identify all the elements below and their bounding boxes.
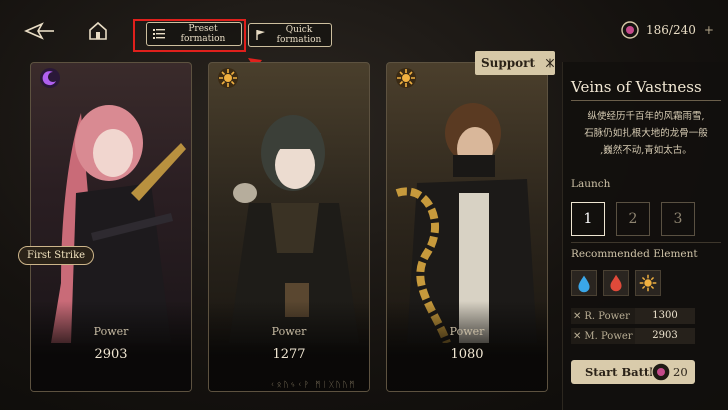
power-label: Power	[271, 325, 307, 338]
support-icon	[545, 58, 555, 68]
description-line: 纵使经历千百年的风霜雨雪,	[587, 111, 705, 122]
power-label: Power	[449, 325, 485, 338]
preset-label-line1: Preset	[188, 24, 218, 34]
m-power-row: ✕ M. Power 2903	[571, 328, 697, 344]
start-battle-label: Start Battle	[585, 365, 661, 379]
card-shade	[209, 301, 369, 391]
power-label: Power	[93, 325, 129, 338]
home-icon[interactable]	[88, 20, 108, 42]
card-shade	[387, 301, 547, 391]
launch-option-2[interactable]: 2	[616, 202, 650, 236]
fire-element-icon	[603, 270, 629, 296]
stage-description: 纵使经历千百年的风霜雨雪, 石脉仍如扎根大地的龙骨一般 ,巍然不动,青如太古。	[571, 108, 721, 159]
stage-info-panel: Veins of Vastness 纵使经历千百年的风霜雨雪, 石脉仍如扎根大地…	[562, 62, 728, 410]
first-strike-badge: First Strike	[18, 246, 95, 265]
divider	[571, 100, 721, 101]
water-element-icon	[571, 270, 597, 296]
flag-icon	[256, 30, 265, 40]
rune-inscription: ᚲᛟᚢᛃᚲᚹ ᛗᛁᚷᚢᚢᛗ	[270, 380, 357, 389]
launch-option-1[interactable]: 1	[571, 202, 605, 236]
stamina-display: 186/240 +	[620, 20, 714, 40]
m-power-value: 2903	[635, 328, 695, 344]
m-power-label: M. Power	[584, 330, 633, 342]
swords-icon: ✕	[573, 330, 582, 342]
start-battle-button[interactable]: Start Battle 20	[571, 360, 695, 384]
character-card-2[interactable]: Power 1277	[208, 62, 370, 392]
power-value: 1080	[450, 347, 484, 362]
divider	[571, 242, 721, 243]
swords-icon: ✕	[573, 310, 582, 322]
launch-label: Launch	[571, 178, 611, 190]
stamina-icon	[621, 21, 639, 39]
support-tab[interactable]: Support	[475, 51, 555, 75]
support-label: Support	[481, 56, 536, 70]
preset-formation-button[interactable]: Preset formation	[146, 22, 242, 46]
power-value: 1277	[272, 347, 306, 362]
r-power-value: 1300	[635, 308, 695, 324]
quick-formation-button[interactable]: Quick formation	[248, 23, 332, 47]
r-power-row: ✕ R. Power 1300	[571, 308, 697, 324]
description-line: ,巍然不动,青如太古。	[600, 145, 692, 156]
sun-element-icon	[635, 270, 661, 296]
stamina-cost-icon	[651, 362, 671, 382]
quick-label-line2: formation	[276, 35, 322, 45]
start-battle-cost: 20	[673, 365, 688, 379]
recommended-element-label: Recommended Element	[571, 248, 698, 260]
power-value: 2903	[94, 347, 128, 362]
card-shade	[31, 301, 191, 391]
character-card-3[interactable]: Power 1080	[386, 62, 548, 392]
stage-title: Veins of Vastness	[571, 78, 702, 96]
description-line: 石脉仍如扎根大地的龙骨一般	[584, 128, 708, 139]
list-icon	[153, 29, 165, 39]
r-power-label: R. Power	[584, 310, 630, 322]
launch-option-3[interactable]: 3	[661, 202, 695, 236]
quick-label-line1: Quick	[285, 25, 313, 35]
back-arrow-icon[interactable]	[24, 20, 56, 42]
preset-label-line2: formation	[180, 34, 226, 44]
character-card-1[interactable]: Power 2903	[30, 62, 192, 392]
add-stamina-button[interactable]: +	[704, 23, 714, 37]
stamina-value: 186/240	[646, 23, 696, 37]
